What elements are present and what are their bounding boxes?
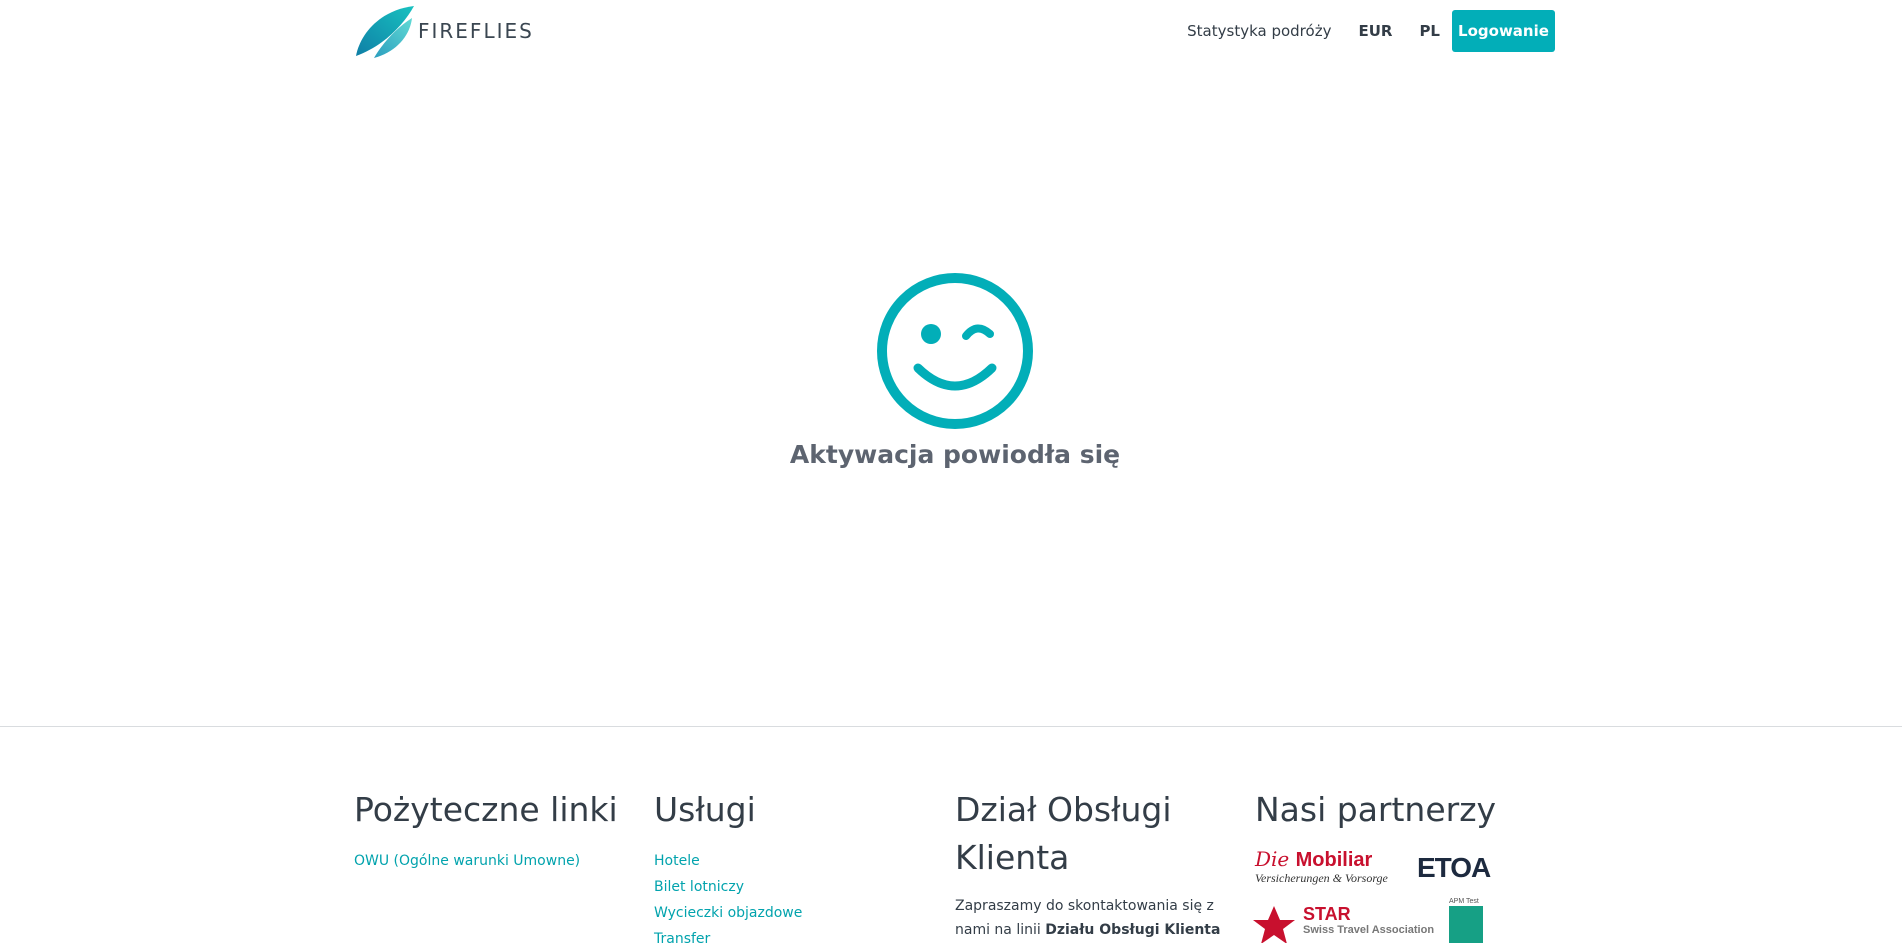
apm-test-logo[interactable]: APM Test xyxy=(1449,898,1485,943)
link-flights[interactable]: Bilet lotniczy xyxy=(654,874,934,900)
link-owu[interactable]: OWU (Ogólne warunki Umowne) xyxy=(354,848,634,874)
partner-logos: Die Mobiliar Versicherungen & Vorsorge E… xyxy=(1253,848,1585,943)
partners-heading: Nasi partnerzy xyxy=(1255,790,1497,829)
footer-useful-links: Pożyteczne linki OWU (Ogólne warunki Umo… xyxy=(354,786,634,874)
language-selector[interactable]: PL xyxy=(1419,22,1440,40)
apm-checklist-icon xyxy=(1449,906,1483,943)
footer-customer-service: Dział Obsługi Klienta Zapraszamy do skon… xyxy=(955,786,1223,943)
currency-selector[interactable]: EUR xyxy=(1358,22,1392,40)
fireflies-logo[interactable]: FIREFLIES xyxy=(354,4,534,58)
link-hotels[interactable]: Hotele xyxy=(654,848,934,874)
activation-success-message: Aktywacja powiodła się xyxy=(789,440,1121,469)
etoa-logo[interactable]: ETOA xyxy=(1417,852,1491,884)
site-header: FIREFLIES Statystyka podróży EUR PL Logo… xyxy=(0,0,1902,64)
link-transfer[interactable]: Transfer xyxy=(654,926,934,943)
useful-links-heading: Pożyteczne linki xyxy=(354,790,618,829)
star-icon xyxy=(1253,906,1295,943)
footer-services: Usługi Hotele Bilet lotniczy Wycieczki o… xyxy=(654,786,934,943)
top-nav: Statystyka podróży EUR PL Logowanie xyxy=(1187,10,1555,52)
wink-smiley-icon xyxy=(877,273,1033,429)
star-logo[interactable]: STAR Swiss Travel Association xyxy=(1249,904,1434,943)
nav-travel-stats[interactable]: Statystyka podróży xyxy=(1187,22,1331,40)
services-heading: Usługi xyxy=(654,790,756,829)
logo-text: FIREFLIES xyxy=(418,19,534,43)
contact-text: Zapraszamy do skontaktowania się z nami … xyxy=(955,898,1221,938)
footer-divider xyxy=(0,726,1902,727)
footer-partners: Nasi partnerzy Die Mobiliar Versicherung… xyxy=(1253,786,1585,943)
login-button[interactable]: Logowanie xyxy=(1452,10,1555,52)
link-tours[interactable]: Wycieczki objazdowe xyxy=(654,900,934,926)
customer-service-heading: Dział Obsługi Klienta xyxy=(955,790,1172,877)
mobiliar-logo[interactable]: Die Mobiliar Versicherungen & Vorsorge xyxy=(1255,848,1388,886)
fireflies-logo-icon xyxy=(356,6,414,58)
